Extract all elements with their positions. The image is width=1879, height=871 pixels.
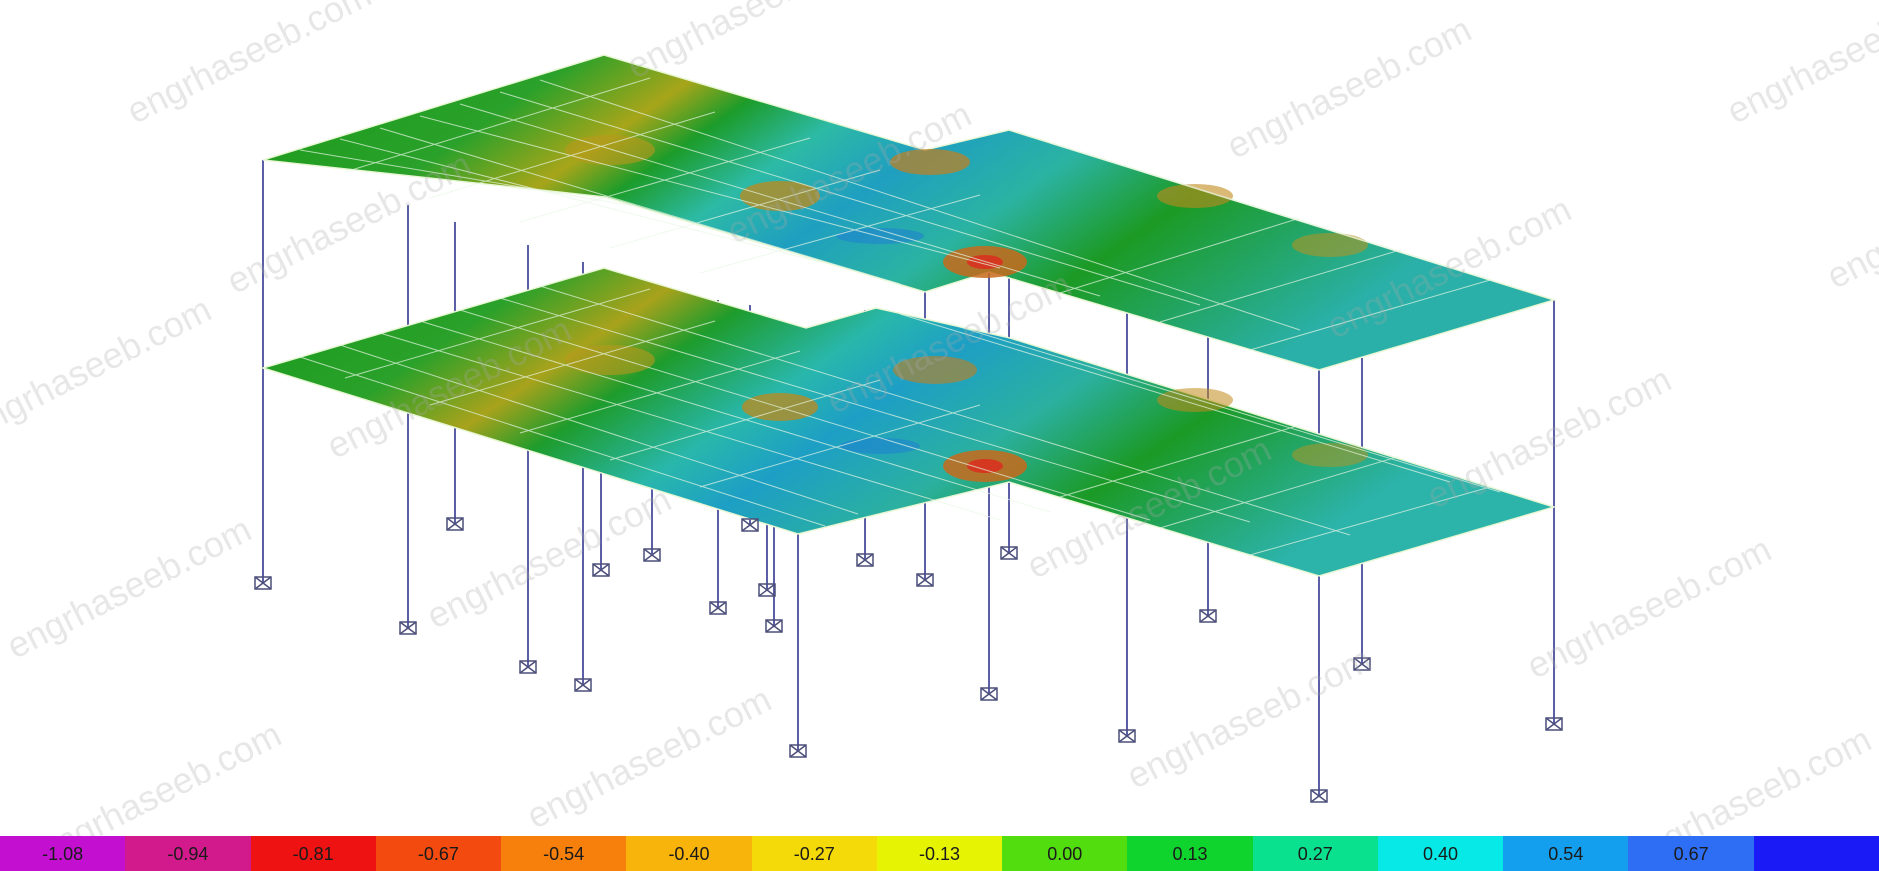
legend-value-label: -0.27: [793, 844, 835, 864]
legend-value-label: 0.27: [1297, 844, 1333, 864]
legend-swatch: 0.13: [1127, 836, 1253, 871]
legend-swatch: 0.40: [1377, 836, 1504, 871]
legend-swatch: -0.40: [626, 836, 752, 871]
legend-value-label: 0.13: [1172, 844, 1208, 864]
legend-swatch: 0.67: [1628, 836, 1754, 871]
legend-value-label: 0.67: [1673, 844, 1709, 864]
legend-swatch: -0.13: [876, 836, 1003, 871]
legend-value-label: -0.13: [918, 844, 960, 864]
legend-swatch: -0.81: [250, 836, 376, 871]
legend-swatch: 0.54: [1503, 836, 1629, 871]
legend-value-label: -0.54: [543, 844, 585, 864]
legend-swatch: -0.94: [125, 836, 251, 871]
legend-swatch: -0.67: [375, 836, 502, 871]
3d-model-viewport[interactable]: [0, 0, 1879, 836]
legend-swatch: 0.00: [1002, 836, 1128, 871]
legend-value-label: -0.40: [668, 844, 710, 864]
legend-value-label: -0.67: [417, 844, 459, 864]
contour-legend-bar: -1.08 -0.94 -0.81 -0.67 -0.54 -0.40 -0.27 -0.13…: [0, 836, 1879, 871]
legend-value-label: 0.54: [1548, 844, 1584, 864]
frame-model-drawing: [254, 54, 1563, 803]
legend-value-label: -0.81: [292, 844, 334, 864]
legend-swatch: -1.08: [0, 836, 126, 871]
legend-value-label: 0.00: [1047, 844, 1083, 864]
legend-value-label: 0.40: [1423, 844, 1459, 864]
legend-swatch: -0.54: [501, 836, 627, 871]
legend-swatch: -0.27: [751, 836, 877, 871]
legend-swatch: 0.27: [1252, 836, 1378, 871]
legend-value-label: -1.08: [42, 844, 84, 864]
legend-swatch: [1753, 836, 1879, 871]
legend-value-label: -0.94: [167, 844, 209, 864]
